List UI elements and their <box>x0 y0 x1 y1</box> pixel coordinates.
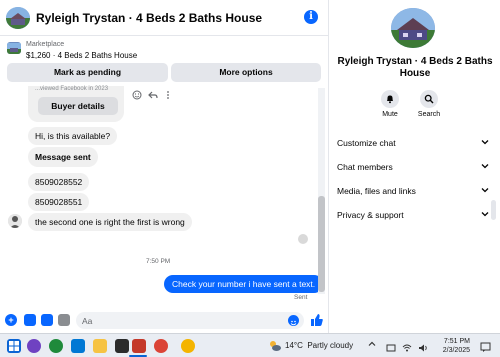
avatar[interactable] <box>6 7 30 29</box>
like-icon[interactable] <box>310 313 324 327</box>
buyer-details-button[interactable]: Buyer details <box>38 97 118 115</box>
section-label: Privacy & support <box>337 210 404 220</box>
section-label: Media, files and links <box>337 186 416 196</box>
chat-header: Ryleigh Trystan · 4 Beds 2 Baths House i <box>0 0 328 36</box>
mute-button[interactable]: Mute <box>375 90 405 118</box>
taskbar: 14°C Partly cloudy 7:51 PM 2/3/2025 <box>0 333 500 357</box>
emoji-react-icon[interactable] <box>132 90 142 102</box>
message-status: Sent <box>294 294 308 301</box>
section-chat-members[interactable]: Chat members <box>337 162 489 172</box>
info-icon[interactable]: i <box>304 10 318 24</box>
chat-title: Ryleigh Trystan · 4 Beds 2 Baths House <box>36 11 263 25</box>
message-bubble[interactable]: 8509028552 <box>28 173 90 191</box>
message-bubble[interactable]: 8509028551 <box>28 193 90 211</box>
mute-label: Mute <box>382 111 398 118</box>
scrollbar-thumb[interactable] <box>318 196 325 292</box>
section-customize-chat[interactable]: Customize chat <box>337 138 489 148</box>
message-input[interactable] <box>76 312 304 329</box>
weather-widget[interactable]: 14°C Partly cloudy <box>285 341 353 350</box>
sender-avatar[interactable] <box>8 214 22 228</box>
more-icon[interactable] <box>163 90 173 102</box>
details-pane: Ryleigh Trystan · 4 Beds 2 Baths House M… <box>328 0 500 333</box>
volume-icon[interactable] <box>418 340 428 352</box>
file-explorer-icon[interactable] <box>93 339 107 353</box>
chrome-icon[interactable] <box>181 339 195 353</box>
chevron-down-icon <box>481 162 489 172</box>
my-message-bubble[interactable]: Check your number i have sent a text. <box>164 275 324 293</box>
bell-icon[interactable] <box>381 90 399 108</box>
reply-icon[interactable] <box>148 90 158 102</box>
search-button[interactable]: Search <box>414 90 444 118</box>
section-label: Chat members <box>337 162 393 172</box>
emoji-icon[interactable] <box>288 315 299 326</box>
marketplace-label: Marketplace <box>26 41 65 48</box>
notification-icon[interactable] <box>480 340 491 352</box>
search-label: Search <box>417 111 441 118</box>
chrome-icon[interactable] <box>154 339 168 353</box>
image-icon[interactable] <box>24 314 36 326</box>
compose-bar: + <box>0 308 328 333</box>
time-separator: 7:50 PM <box>146 258 171 265</box>
app-icon[interactable] <box>132 339 146 353</box>
listing-thumbnail[interactable] <box>7 42 21 54</box>
clock[interactable]: 7:51 PM 2/3/2025 <box>438 337 470 355</box>
chevron-up-icon[interactable] <box>368 340 376 350</box>
message-bubble[interactable]: Message sent <box>28 147 98 167</box>
plus-icon[interactable]: + <box>5 314 17 326</box>
profile-name: Ryleigh Trystan · 4 Beds 2 Baths House <box>337 56 493 79</box>
clock-date: 2/3/2025 <box>442 347 470 354</box>
profile-avatar[interactable] <box>391 8 435 48</box>
chevron-down-icon <box>481 186 489 196</box>
listing-title[interactable]: $1,260 · 4 Beds 2 Baths House <box>26 51 137 60</box>
search-icon[interactable] <box>420 90 438 108</box>
app-icon[interactable] <box>115 339 129 353</box>
message-bubble[interactable]: the second one is right the first is wro… <box>28 213 192 231</box>
chevron-down-icon <box>481 210 489 220</box>
section-media-files-links[interactable]: Media, files and links <box>337 186 489 196</box>
message-bubble[interactable]: Hi, is this available? <box>28 127 118 145</box>
partly-cloudy-icon[interactable] <box>268 339 282 353</box>
section-label: Customize chat <box>337 138 396 148</box>
clock-time: 7:51 PM <box>443 338 470 345</box>
weather-condition: Partly cloudy <box>307 341 354 350</box>
copilot-icon[interactable] <box>27 339 41 353</box>
seen-avatar <box>298 234 308 244</box>
joined-info: ...viewed Facebook in 2023 <box>35 86 109 92</box>
gif-icon[interactable] <box>58 314 70 326</box>
store-icon[interactable] <box>71 339 85 353</box>
windows-icon[interactable] <box>7 339 21 353</box>
chevron-down-icon <box>481 138 489 148</box>
details-scrollbar[interactable] <box>491 200 496 220</box>
chat-pane: Ryleigh Trystan · 4 Beds 2 Baths House i… <box>0 0 328 333</box>
temperature: 14°C <box>285 341 303 350</box>
network-icon[interactable] <box>386 340 396 352</box>
wifi-icon[interactable] <box>402 340 412 352</box>
mark-as-pending-button[interactable]: Mark as pending <box>7 63 168 82</box>
section-privacy-support[interactable]: Privacy & support <box>337 210 489 220</box>
more-options-button[interactable]: More options <box>171 63 321 82</box>
sticker-icon[interactable] <box>41 314 53 326</box>
edge-icon[interactable] <box>49 339 63 353</box>
